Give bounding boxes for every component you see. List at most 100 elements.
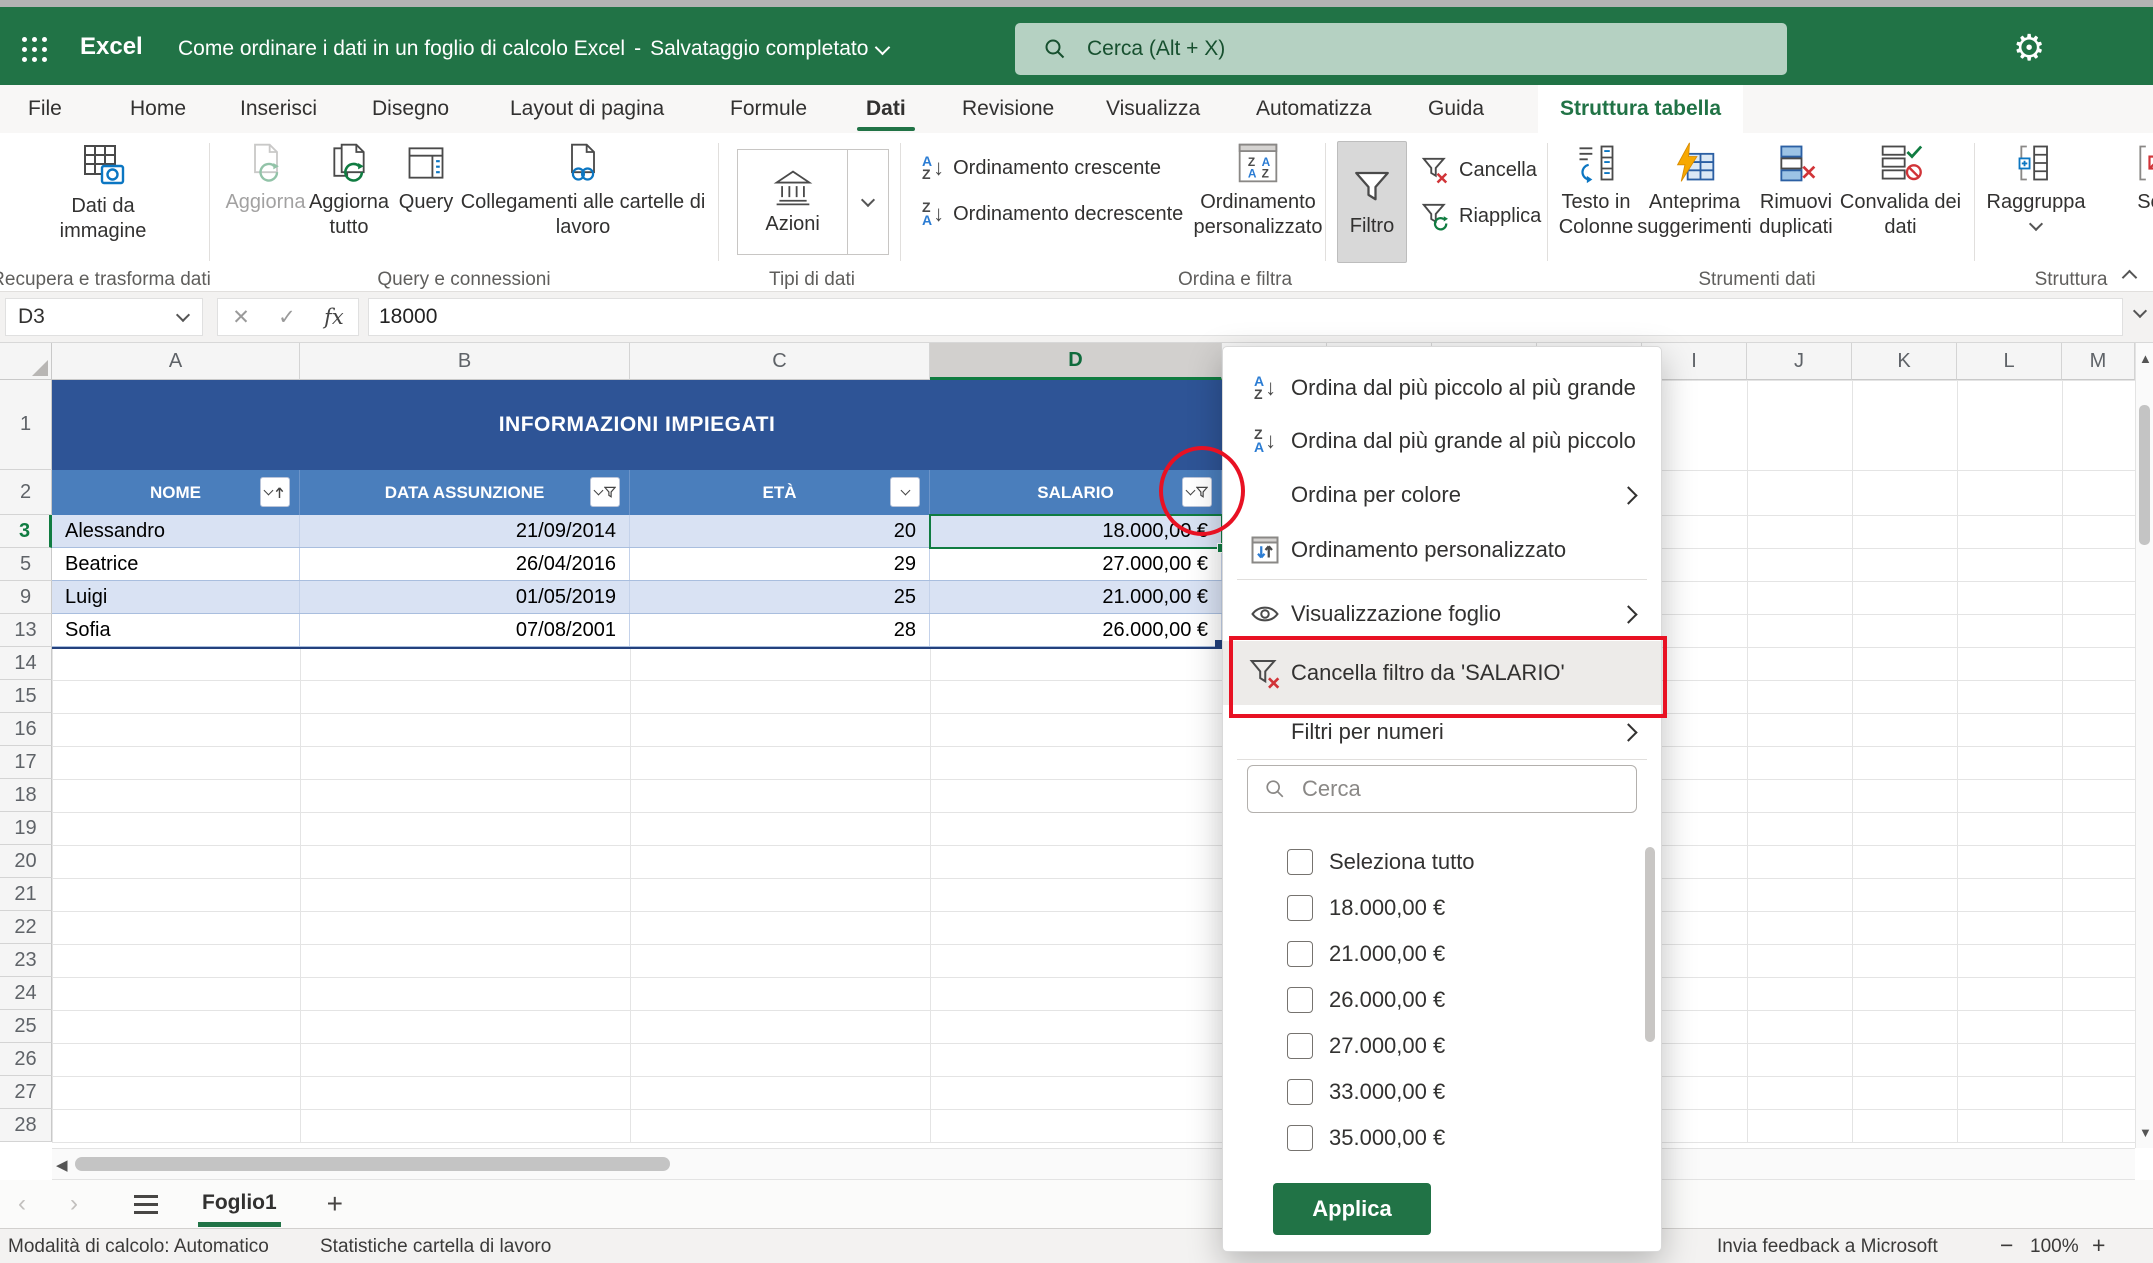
tab-automatizza[interactable]: Automatizza [1256,85,1372,133]
cell[interactable]: Sofia [52,614,300,646]
reapply-filter-button[interactable]: Riapplica [1420,201,1541,231]
row-header-5[interactable]: 5 [0,548,52,581]
document-title[interactable]: Come ordinare i dati in un foglio di cal… [178,37,888,61]
row-header-20[interactable]: 20 [0,845,52,878]
column-header-C[interactable]: C [630,343,930,380]
row-header-19[interactable]: 19 [0,812,52,845]
menu-sheet-view[interactable]: Visualizzazione foglio [1223,589,1661,639]
header-eta[interactable]: ETÀ [630,470,930,515]
confirm-entry-button[interactable]: ✓ [278,305,296,330]
expand-formula-bar-chevron[interactable] [2133,304,2147,318]
checkbox-icon[interactable] [1287,1079,1313,1105]
workbook-stats-status[interactable]: Statistiche cartella di lavoro [320,1236,551,1258]
row-header-22[interactable]: 22 [0,911,52,944]
cell[interactable]: 29 [630,548,930,580]
scroll-down-arrow-icon[interactable]: ▼ [2139,1125,2152,1140]
tab-layout-di-pagina[interactable]: Layout di pagina [510,85,664,133]
tab-visualizza[interactable]: Visualizza [1106,85,1200,133]
column-header-J[interactable]: J [1747,343,1852,380]
refresh-all-button[interactable]: Aggiorna tutto [300,141,398,240]
cell[interactable]: Alessandro [52,515,300,547]
feedback-link[interactable]: Invia feedback a Microsoft [1717,1236,1938,1258]
query-button[interactable]: Query [388,141,464,215]
header-nome[interactable]: NOME [52,470,300,515]
refresh-button-disabled[interactable]: Aggiorna [218,141,313,215]
row-header-13[interactable]: 13 [0,614,52,647]
row-header-24[interactable]: 24 [0,977,52,1010]
gear-icon[interactable]: ⚙ [2013,27,2045,71]
ungroup-button[interactable]: Sep [2100,141,2153,215]
row-header-28[interactable]: 28 [0,1109,52,1142]
collapse-ribbon-button[interactable] [2124,267,2135,288]
data-assunzione-filter-button[interactable] [590,477,620,507]
row-header-27[interactable]: 27 [0,1076,52,1109]
apply-button[interactable]: Applica [1273,1183,1431,1235]
next-sheet-arrow[interactable]: › [70,1190,104,1218]
column-header-L[interactable]: L [1957,343,2062,380]
column-header-A[interactable]: A [52,343,300,380]
checkbox-icon[interactable] [1287,849,1313,875]
cell[interactable]: 21/09/2014 [300,515,630,547]
tab-revisione[interactable]: Revisione [962,85,1054,133]
zoom-level[interactable]: 100% [2030,1236,2079,1258]
cell[interactable]: Luigi [52,581,300,613]
filter-search-box[interactable] [1247,765,1637,813]
row-header-23[interactable]: 23 [0,944,52,977]
row-header-3[interactable]: 3 [0,515,52,548]
tab-struttura-tabella[interactable]: Struttura tabella [1538,85,1743,133]
checkbox-icon[interactable] [1287,1033,1313,1059]
cell[interactable]: 01/05/2019 [300,581,630,613]
custom-sort-button[interactable]: ZA AZ Ordinamento personalizzato [1183,141,1333,240]
menu-sort-smallest-to-largest[interactable]: AZ↓ Ordina dal più piccolo al più grande [1223,363,1661,413]
sort-descending-button[interactable]: ZA↓ Ordinamento decrescente [922,201,1183,227]
filter-toggle-button[interactable]: Filtro [1337,141,1407,263]
column-header-B[interactable]: B [300,343,630,380]
row-header-15[interactable]: 15 [0,680,52,713]
checkbox-icon[interactable] [1287,1125,1313,1151]
column-header-D[interactable]: D [930,343,1222,380]
column-header-K[interactable]: K [1852,343,1957,380]
data-from-picture-button[interactable]: Dati da immagine [43,141,163,244]
filter-value-item[interactable]: Seleziona tutto [1223,839,1661,885]
group-button[interactable]: Raggruppa [1980,141,2092,229]
sort-ascending-button[interactable]: AZ↓ Ordinamento crescente [922,155,1161,181]
cell[interactable]: 27.000,00 € [930,548,1222,580]
actions-main[interactable]: Azioni [738,150,847,254]
row-header-9[interactable]: 9 [0,581,52,614]
remove-duplicates-button[interactable]: Rimuovi duplicati [1740,141,1852,240]
previous-sheet-arrow[interactable]: ‹ [18,1190,52,1218]
row-header-17[interactable]: 17 [0,746,52,779]
tab-inserisci[interactable]: Inserisci [240,85,317,133]
cancel-entry-button[interactable]: ✕ [232,305,250,330]
filter-list-scroll-thumb[interactable] [1645,847,1655,1042]
data-validation-button[interactable]: Convalida dei dati [1838,141,1963,240]
cell[interactable]: Beatrice [52,548,300,580]
row-header-2[interactable]: 2 [0,470,52,515]
filter-value-item[interactable]: 33.000,00 € [1223,1069,1661,1115]
tab-disegno[interactable]: Disegno [372,85,449,133]
calc-mode-status[interactable]: Modalità di calcolo: Automatico [8,1236,269,1258]
row-header-18[interactable]: 18 [0,779,52,812]
select-all-corner[interactable] [0,343,52,380]
insert-function-button[interactable]: fx [324,305,344,329]
cell[interactable]: 21.000,00 € [930,581,1222,613]
menu-custom-sort[interactable]: Ordinamento personalizzato [1223,525,1661,575]
search-box[interactable]: Cerca (Alt + X) [1015,23,1787,75]
horizontal-scroll-thumb[interactable] [75,1157,670,1171]
cell[interactable]: 25 [630,581,930,613]
cell[interactable]: 07/08/2001 [300,614,630,646]
row-header-26[interactable]: 26 [0,1043,52,1076]
filter-value-item[interactable]: 35.000,00 € [1223,1115,1661,1161]
menu-sort-largest-to-smallest[interactable]: ZA↓ Ordina dal più grande al più piccolo [1223,416,1661,466]
table-title-cell[interactable]: INFORMAZIONI IMPIEGATI [52,380,1222,470]
header-data-assunzione[interactable]: DATA ASSUNZIONE [300,470,630,515]
sheet-tab-foglio1[interactable]: Foglio1 [202,1191,277,1217]
row-header-1[interactable]: 1 [0,380,52,470]
tab-guida[interactable]: Guida [1428,85,1484,133]
clear-filter-button[interactable]: Cancella [1420,155,1537,185]
nome-filter-button[interactable] [260,477,290,507]
filter-value-item[interactable]: 26.000,00 € [1223,977,1661,1023]
eta-filter-button[interactable] [890,477,920,507]
row-header-14[interactable]: 14 [0,647,52,680]
zoom-out-button[interactable]: − [2000,1232,2013,1259]
